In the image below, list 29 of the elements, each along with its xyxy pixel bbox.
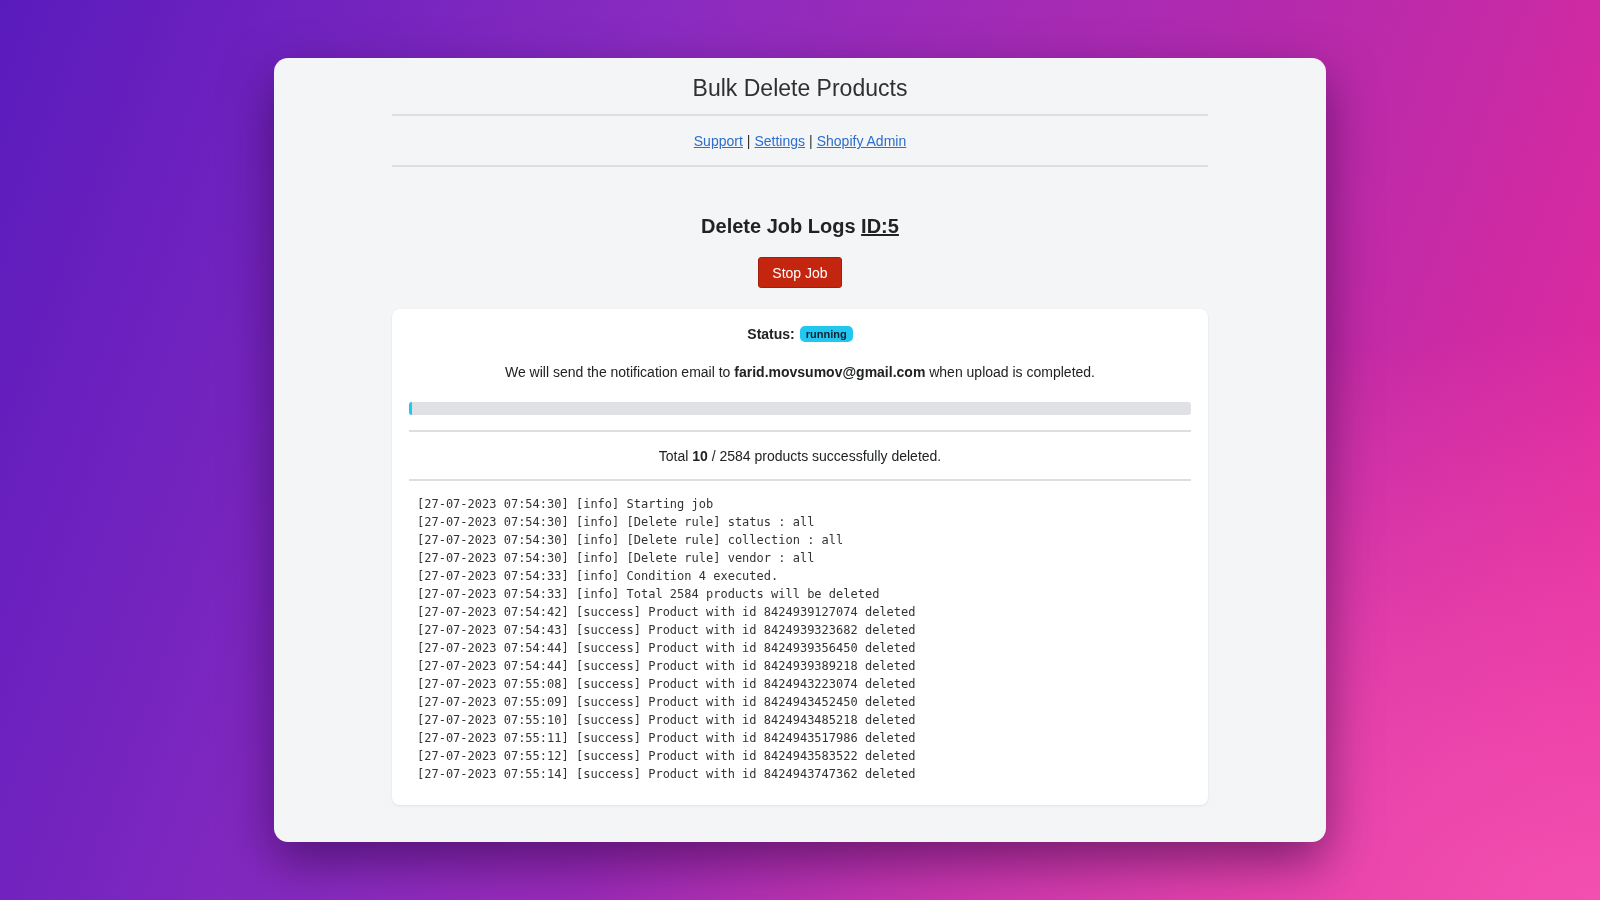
- log-line: [27-07-2023 07:55:10] [success] Product with id 8424943485218 deleted: [417, 712, 916, 729]
- nav-link[interactable]: Shopify Admin: [816, 133, 907, 149]
- summary-text: Total 10 / 2584 products successfully deleted.: [657, 448, 943, 464]
- log-line: [27-07-2023 07:54:33] [info] Condition 4 executed.: [417, 568, 779, 585]
- log-line: [27-07-2023 07:54:33] [info] Total 2584 products will be deleted: [417, 586, 880, 603]
- log-line: [27-07-2023 07:54:43] [success] Product with id 8424939323682 deleted: [417, 622, 916, 639]
- log-line: [27-07-2023 07:54:30] [info] [Delete rule] status : all: [417, 514, 815, 531]
- job-logs-heading: Delete Job Logs ID:5: [700, 214, 900, 239]
- log-line: [27-07-2023 07:54:30] [info] [Delete rule] vendor : all: [417, 550, 815, 567]
- notification-text: We will send the notification email to farid.movsumov@gmail.com when upload is completed.: [504, 364, 1096, 380]
- log-line: [27-07-2023 07:54:30] [info] [Delete rule] collection : all: [417, 532, 844, 549]
- log-line: [27-07-2023 07:55:08] [success] Product with id 8424943223074 deleted: [417, 676, 916, 693]
- separator: |: [746, 133, 751, 149]
- log-line: [27-07-2023 07:54:44] [success] Product with id 8424939356450 deleted: [417, 640, 916, 657]
- status-label: Status:: [747, 326, 795, 342]
- log-line: [27-07-2023 07:54:30] [info] Starting job: [417, 496, 714, 513]
- log-line: [27-07-2023 07:55:14] [success] Product with id 8424943747362 deleted: [417, 766, 916, 783]
- job-id-link[interactable]: ID:5: [861, 215, 899, 237]
- log-line: [27-07-2023 07:54:44] [success] Product with id 8424939389218 deleted: [417, 658, 916, 675]
- status-badge: running: [799, 326, 853, 342]
- nav-link[interactable]: Support: [693, 133, 743, 149]
- log-line: [27-07-2023 07:55:11] [success] Product with id 8424943517986 deleted: [417, 730, 916, 747]
- log-line: [27-07-2023 07:55:12] [success] Product with id 8424943583522 deleted: [417, 748, 916, 765]
- nav-link[interactable]: Settings: [754, 133, 806, 149]
- log-line: [27-07-2023 07:54:42] [success] Product with id 8424939127074 deleted: [417, 604, 916, 621]
- app-title: Bulk Delete Products: [691, 74, 909, 102]
- stop-job-button[interactable]: Stop Job: [758, 257, 842, 288]
- separator: |: [809, 133, 813, 149]
- log-line: [27-07-2023 07:55:09] [success] Product with id 8424943452450 deleted: [417, 694, 916, 711]
